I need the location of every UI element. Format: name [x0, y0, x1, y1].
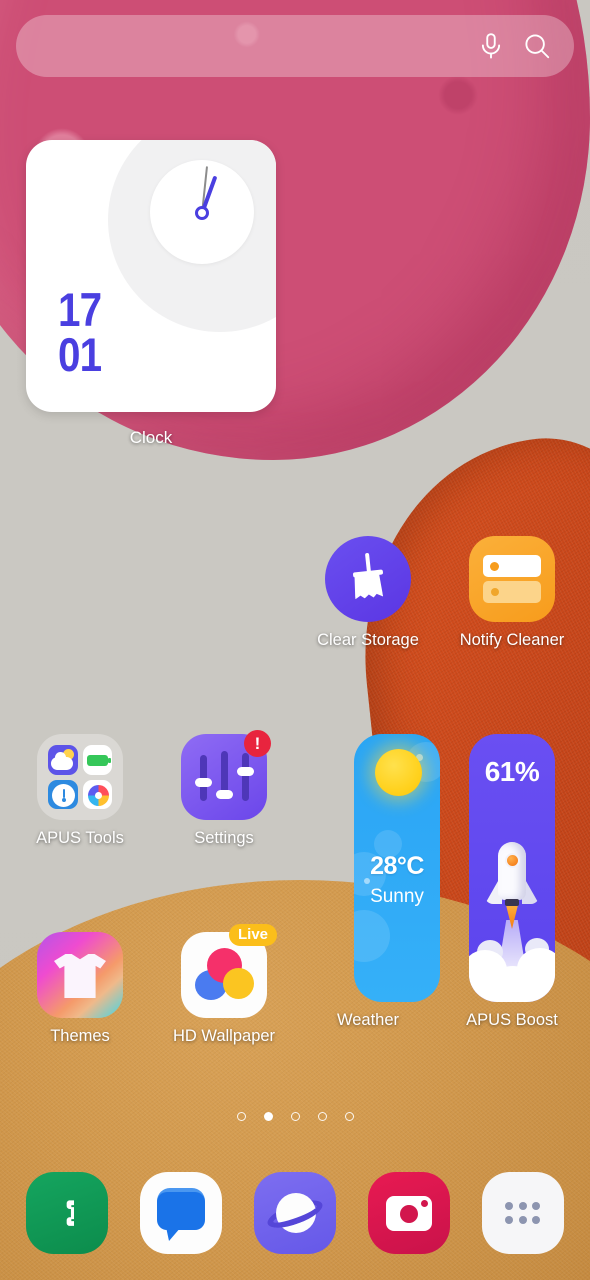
- clock-hours: 17: [58, 283, 102, 336]
- phone-icon[interactable]: [26, 1172, 108, 1254]
- app-label: Clear Storage: [317, 631, 419, 649]
- app-clear-storage[interactable]: Clear Storage: [296, 536, 440, 650]
- clock-face: [150, 160, 254, 264]
- search-icon[interactable]: [522, 31, 552, 61]
- app-label: HD Wallpaper: [172, 1027, 276, 1045]
- widget-apus-boost[interactable]: 61% APUS Boost: [440, 734, 584, 1030]
- dock-item-messages[interactable]: [140, 1172, 222, 1254]
- app-label: APUS Tools: [36, 829, 124, 847]
- settings-icon-slot[interactable]: !: [181, 730, 271, 820]
- dock-item-phone[interactable]: [26, 1172, 108, 1254]
- live-badge: Live: [228, 924, 277, 947]
- weather-widget[interactable]: 28°C Sunny: [354, 734, 440, 1002]
- message-bubble-icon[interactable]: [140, 1172, 222, 1254]
- clock-pivot: [195, 206, 209, 220]
- search-bar[interactable]: [16, 15, 574, 77]
- folder-mini-weather-icon: [48, 745, 78, 775]
- weather-condition: Sunny: [370, 886, 424, 907]
- page-dot[interactable]: [344, 1112, 354, 1121]
- app-drawer-icon[interactable]: [482, 1172, 564, 1254]
- app-hd-wallpaper[interactable]: Live HD Wallpaper: [152, 924, 296, 1046]
- app-notify-cleaner[interactable]: Notify Cleaner: [440, 536, 584, 650]
- camera-icon[interactable]: [368, 1172, 450, 1254]
- app-themes[interactable]: Themes: [8, 932, 152, 1046]
- page-dot-active[interactable]: [263, 1112, 273, 1121]
- clock-minutes: 01: [58, 327, 102, 381]
- notification-cards-icon[interactable]: [469, 536, 555, 622]
- widget-label: APUS Boost: [466, 1011, 558, 1029]
- dock-item-internet[interactable]: [254, 1172, 336, 1254]
- clock-digital-time: 17 01: [58, 283, 102, 381]
- boost-widget[interactable]: 61%: [469, 734, 555, 1002]
- page-indicator[interactable]: [0, 1112, 590, 1121]
- clock-widget-label: Clock: [129, 428, 173, 447]
- dock: [0, 1166, 590, 1260]
- apus-tools-icon-slot[interactable]: [37, 734, 123, 820]
- widget-label: Weather: [336, 1011, 400, 1029]
- clear-storage-icon-slot[interactable]: [325, 536, 411, 622]
- folder-mini-battery-icon: [82, 745, 112, 775]
- weather-temperature: 28°C: [370, 852, 424, 880]
- dock-item-apps[interactable]: [482, 1172, 564, 1254]
- notify-cleaner-icon-slot[interactable]: [469, 536, 555, 622]
- dock-item-camera[interactable]: [368, 1172, 450, 1254]
- boost-percent: 61%: [484, 756, 540, 787]
- clock-widget[interactable]: 17 01: [26, 140, 276, 412]
- themes-icon-slot[interactable]: [37, 932, 123, 1018]
- page-dot[interactable]: [317, 1112, 327, 1121]
- microphone-icon[interactable]: [476, 31, 506, 61]
- app-label: Themes: [50, 1027, 110, 1045]
- app-settings[interactable]: ! Settings: [152, 730, 296, 848]
- widget-weather[interactable]: 28°C Sunny Weather: [296, 734, 440, 1030]
- hd-wallpaper-icon-slot[interactable]: Live: [181, 924, 277, 1018]
- sun-icon: [375, 749, 422, 796]
- planet-icon[interactable]: [254, 1172, 336, 1254]
- app-label: Notify Cleaner: [459, 631, 565, 649]
- folder-mini-piechart-icon: [82, 779, 112, 809]
- page-dot[interactable]: [236, 1112, 246, 1121]
- folder-mini-speedometer-icon: [48, 779, 78, 809]
- app-apus-tools[interactable]: APUS Tools: [8, 734, 152, 848]
- home-screen: 17 01 Clock Clear Storage Notify Cleaner: [0, 0, 590, 1280]
- search-input[interactable]: [38, 15, 460, 77]
- status-badge: !: [244, 730, 271, 757]
- tshirt-icon[interactable]: [37, 932, 123, 1018]
- app-label: Settings: [194, 829, 254, 847]
- folder-icon[interactable]: [37, 734, 123, 820]
- broom-icon[interactable]: [325, 536, 411, 622]
- page-dot[interactable]: [290, 1112, 300, 1121]
